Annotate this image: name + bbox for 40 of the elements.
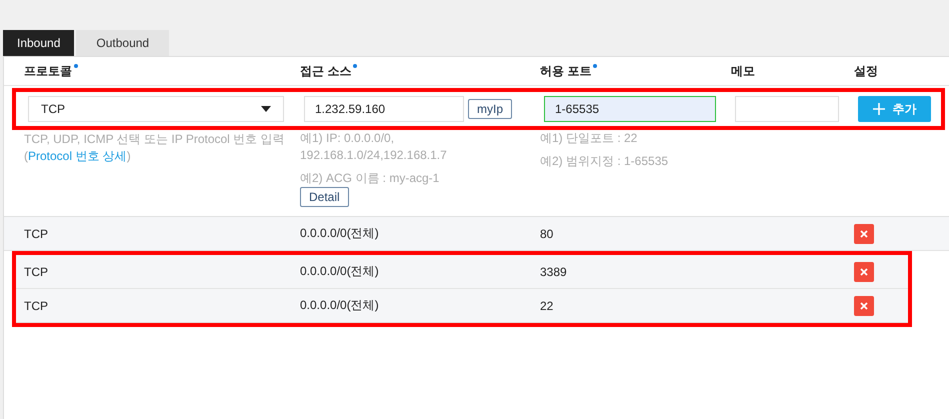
myip-button[interactable]: myIp — [468, 99, 512, 119]
hint-text: 예1) 단일포트 : 22 — [540, 130, 638, 147]
close-icon — [860, 230, 868, 238]
port-field[interactable]: 1-65535 — [544, 96, 716, 122]
table-cell-text: 22 — [540, 298, 554, 312]
column-header: 접근 소스 — [300, 62, 352, 80]
table-cell-text: 3389 — [540, 264, 568, 278]
table-cell-text: 80 — [540, 226, 554, 240]
detail-button[interactable]: Detail — [300, 187, 349, 207]
hint-text: 예2) 범위지정 : 1-65535 — [540, 153, 668, 170]
close-icon — [860, 302, 868, 310]
close-icon — [860, 268, 868, 276]
hint-text: 예1) IP: 0.0.0.0/0, 192.168.1.0/24,192.168.1.7 — [300, 130, 447, 164]
table-cell-text: 0.0.0.0/0(전체) — [300, 263, 380, 280]
column-header: 프로토콜 — [24, 62, 72, 80]
table-cell-text: 0.0.0.0/0(전체) — [300, 225, 380, 242]
hint-text: 예2) ACG 이름 : my-acg-1 — [300, 170, 440, 187]
table-cell-text: 0.0.0.0/0(전체) — [300, 297, 380, 314]
protocol-select[interactable]: TCP — [28, 96, 284, 122]
caret-icon — [261, 106, 271, 112]
memo-field[interactable] — [735, 96, 839, 122]
source-field[interactable]: 1.232.59.160 — [304, 96, 464, 122]
table-cell-text: TCP — [24, 298, 49, 312]
tab[interactable]: Outbound — [76, 30, 170, 56]
bracket-text: ( — [24, 149, 28, 163]
table-cell-text: TCP — [24, 264, 49, 278]
plus-icon — [872, 103, 884, 115]
table-cell-text: TCP — [24, 226, 49, 240]
column-header: 허용 포트 — [540, 62, 592, 80]
column-header: 메모 — [731, 62, 755, 80]
required-dot-icon — [74, 64, 78, 68]
tab[interactable]: Inbound — [3, 30, 74, 56]
hint-text: TCP, UDP, ICMP 선택 또는 IP Protocol 번호 입력 — [24, 132, 285, 146]
delete-button[interactable] — [854, 262, 874, 282]
column-header: 설정 — [854, 62, 878, 80]
delete-button[interactable] — [854, 296, 874, 316]
bracket-text: ) — [126, 149, 131, 163]
required-dot-icon — [353, 64, 358, 68]
required-dot-icon — [593, 64, 598, 68]
delete-button[interactable] — [854, 224, 874, 244]
